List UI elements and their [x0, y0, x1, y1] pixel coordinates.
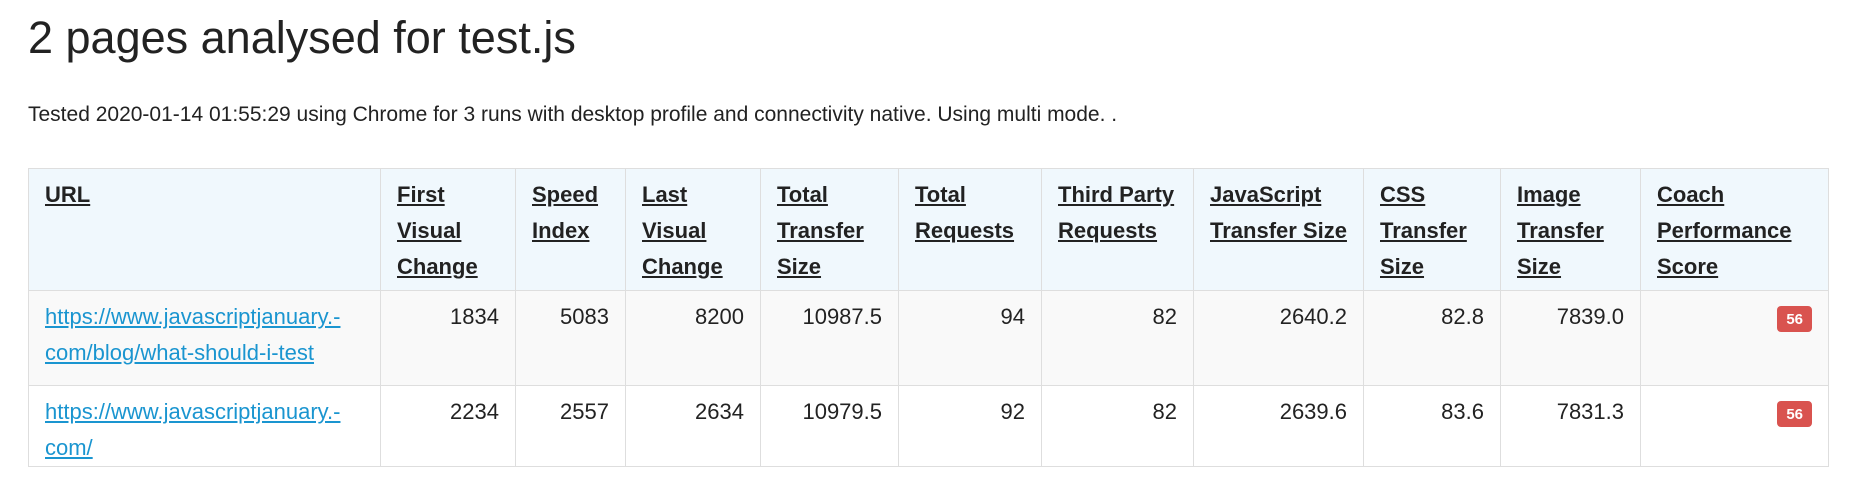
third-party-requests-cell: 82: [1041, 290, 1194, 386]
url-cell: https://www.javascriptjanuary.- com/blog/…: [28, 290, 381, 386]
image-transfer-size-cell: 7839.0: [1500, 290, 1641, 386]
css-transfer-size-cell: 83.6: [1363, 385, 1501, 467]
column-header-total-requests[interactable]: Total Requests: [898, 168, 1042, 291]
total-requests-cell: 92: [898, 385, 1042, 467]
last-visual-change-cell: 8200: [625, 290, 761, 386]
table-header-row: URL First Visual Change Speed Index Last…: [28, 168, 1829, 291]
speed-index-cell: 5083: [515, 290, 626, 386]
css-transfer-size-cell: 82.8: [1363, 290, 1501, 386]
score-badge: 56: [1777, 401, 1812, 427]
third-party-requests-cell: 82: [1041, 385, 1194, 467]
column-header-last-visual-change[interactable]: Last Visual Change: [625, 168, 761, 291]
page: 2 pages analysed for test.js Tested 2020…: [0, 10, 1860, 467]
results-table: URL First Visual Change Speed Index Last…: [28, 168, 1829, 467]
column-header-javascript-transfer-size[interactable]: JavaScript Transfer Size: [1193, 168, 1364, 291]
page-url-link[interactable]: https://www.javascriptjanuary.- com/: [45, 399, 340, 460]
test-summary: Tested 2020-01-14 01:55:29 using Chrome …: [28, 103, 1118, 126]
column-header-total-transfer-size[interactable]: Total Transfer Size: [760, 168, 899, 291]
total-transfer-size-cell: 10987.5: [760, 290, 899, 386]
column-header-css-transfer-size[interactable]: CSS Transfer Size: [1363, 168, 1501, 291]
javascript-transfer-size-cell: 2639.6: [1193, 385, 1364, 467]
column-header-url[interactable]: URL: [28, 168, 381, 291]
first-visual-change-cell: 2234: [380, 385, 516, 467]
url-cell: https://www.javascriptjanuary.- com/: [28, 385, 381, 467]
coach-score-cell: 56: [1640, 290, 1829, 386]
column-header-coach-performance-score[interactable]: Coach Performance Score: [1640, 168, 1829, 291]
image-transfer-size-cell: 7831.3: [1500, 385, 1641, 467]
total-transfer-size-cell: 10979.5: [760, 385, 899, 467]
column-header-first-visual-change[interactable]: First Visual Change: [380, 168, 516, 291]
score-badge: 56: [1777, 306, 1812, 332]
table-row: https://www.javascriptjanuary.- com/blog/…: [28, 290, 1829, 386]
speed-index-cell: 2557: [515, 385, 626, 467]
table-row: https://www.javascriptjanuary.- com/ 2234…: [28, 385, 1829, 467]
last-visual-change-cell: 2634: [625, 385, 761, 467]
coach-score-cell: 56: [1640, 385, 1829, 467]
total-requests-cell: 94: [898, 290, 1042, 386]
javascript-transfer-size-cell: 2640.2: [1193, 290, 1364, 386]
column-header-third-party-requests[interactable]: Third Party Requests: [1041, 168, 1194, 291]
column-header-image-transfer-size[interactable]: Image Transfer Size: [1500, 168, 1641, 291]
page-title: 2 pages analysed for test.js: [28, 12, 576, 63]
page-url-link[interactable]: https://www.javascriptjanuary.- com/blog/…: [45, 304, 340, 365]
first-visual-change-cell: 1834: [380, 290, 516, 386]
column-header-speed-index[interactable]: Speed Index: [515, 168, 626, 291]
